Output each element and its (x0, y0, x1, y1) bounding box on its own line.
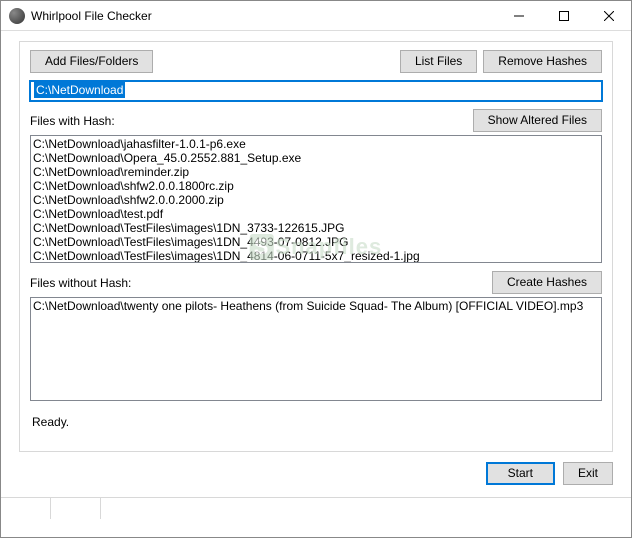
start-button[interactable]: Start (486, 462, 555, 485)
window-title: Whirlpool File Checker (31, 9, 496, 23)
list-item[interactable]: C:\NetDownload\shfw2.0.0.1800rc.zip (33, 179, 599, 193)
list-item[interactable]: C:\NetDownload\twenty one pilots- Heathe… (33, 299, 599, 313)
add-files-button[interactable]: Add Files/Folders (30, 50, 153, 73)
statusbar (1, 497, 631, 519)
files-without-hash-list[interactable]: C:\NetDownload\twenty one pilots- Heathe… (30, 297, 602, 401)
list-item[interactable]: C:\NetDownload\TestFiles\images\1DN_3733… (33, 221, 599, 235)
list-files-button[interactable]: List Files (400, 50, 477, 73)
list-item[interactable]: C:\NetDownload\jahasfilter-1.0.1-p6.exe (33, 137, 599, 151)
list-item[interactable]: C:\NetDownload\Opera_45.0.2552.881_Setup… (33, 151, 599, 165)
remove-hashes-button[interactable]: Remove Hashes (483, 50, 602, 73)
maximize-button[interactable] (541, 1, 586, 31)
app-icon (9, 8, 25, 24)
close-button[interactable] (586, 1, 631, 31)
status-text: Ready. (30, 411, 602, 441)
main-group: SSnapfiles Add Files/Folders List Files … (19, 41, 613, 452)
list-item[interactable]: C:\NetDownload\reminder.zip (33, 165, 599, 179)
files-with-hash-label: Files with Hash: (30, 114, 473, 132)
show-altered-button[interactable]: Show Altered Files (473, 109, 602, 132)
list-item[interactable]: C:\NetDownload\test.pdf (33, 207, 599, 221)
create-hashes-button[interactable]: Create Hashes (492, 271, 602, 294)
titlebar: Whirlpool File Checker (1, 1, 631, 31)
exit-button[interactable]: Exit (563, 462, 613, 485)
statusbar-cell (51, 498, 101, 519)
files-with-hash-list[interactable]: C:\NetDownload\jahasfilter-1.0.1-p6.exeC… (30, 135, 602, 263)
statusbar-cell (1, 498, 51, 519)
list-item[interactable]: C:\NetDownload\TestFiles\images\1DN_4493… (33, 235, 599, 249)
files-without-hash-label: Files without Hash: (30, 276, 492, 294)
minimize-button[interactable] (496, 1, 541, 31)
list-item[interactable]: C:\NetDownload\TestFiles\images\1DN_4814… (33, 249, 599, 263)
list-item[interactable]: C:\NetDownload\shfw2.0.0.2000.zip (33, 193, 599, 207)
path-input[interactable]: C:\NetDownload (30, 81, 602, 101)
